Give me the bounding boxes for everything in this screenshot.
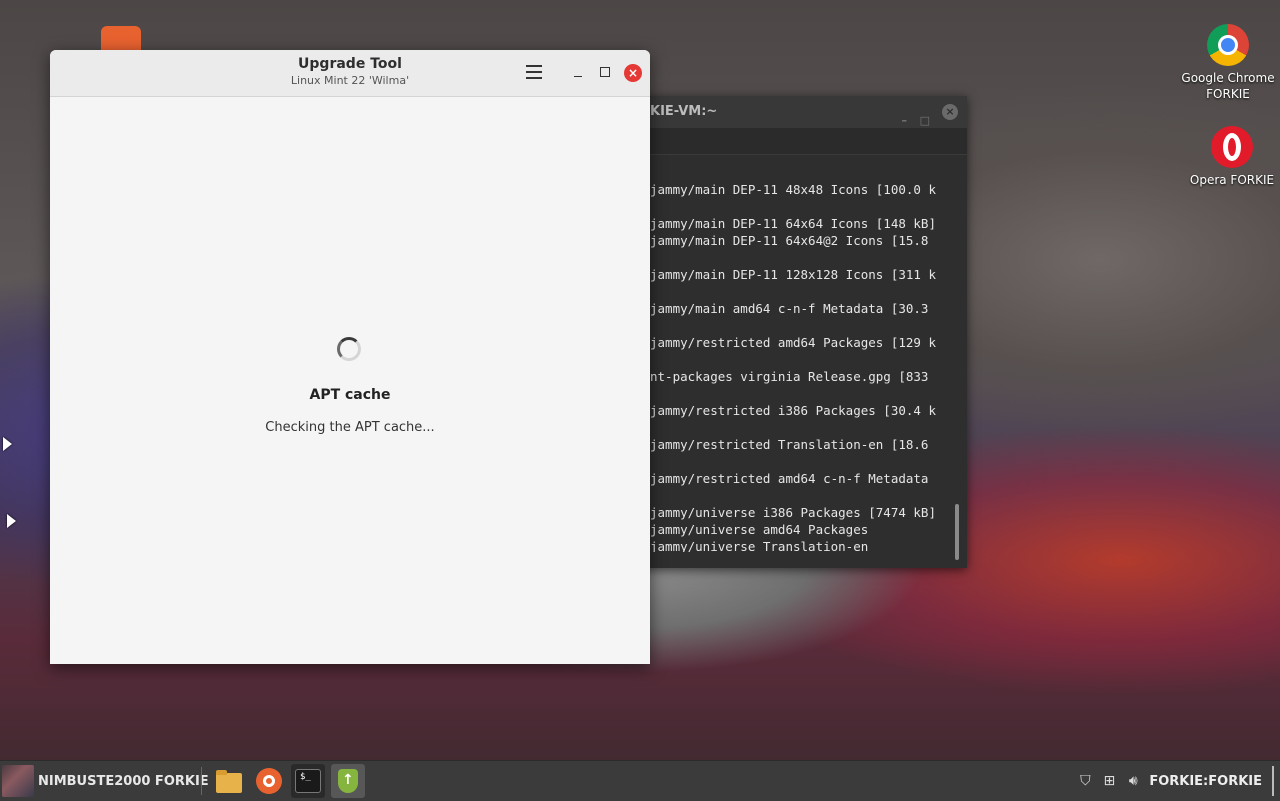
window-subtitle: Linux Mint 22 'Wilma'	[290, 74, 410, 87]
upgrade-tool-headerbar[interactable]: Upgrade Tool Linux Mint 22 'Wilma' ×	[50, 50, 650, 97]
terminal-output[interactable]: jammy/main DEP-11 48x48 Icons [100.0 k j…	[650, 172, 960, 552]
upgrade-tool-icon[interactable]: ↑	[331, 764, 365, 798]
system-tray: ⛉ ⊞ 🔊︎ FORKIE:FORKIE	[1069, 761, 1280, 801]
desktop-icon-chrome[interactable]: Google Chrome FORKIE	[1173, 24, 1280, 102]
menu-label: NIMBUSTE2000 FORKIE	[38, 773, 209, 789]
terminal-window[interactable]: KIE-VM:~ – □ × jammy/main DEP-11 48x48 I…	[630, 96, 967, 568]
shield-icon[interactable]: ⛉	[1077, 773, 1093, 789]
volume-icon[interactable]: 🔊︎	[1125, 773, 1141, 789]
desktop-icon-label: Google Chrome FORKIE	[1181, 71, 1275, 101]
cursor-icon	[3, 437, 12, 451]
terminal-line: jammy/universe i386 Packages [7474 kB]	[650, 505, 936, 520]
desktop-icon-label: Opera FORKIE	[1189, 173, 1275, 187]
status-title: APT cache	[309, 387, 391, 403]
maximize-button[interactable]	[600, 67, 610, 77]
terminal-scrollbar[interactable]	[955, 504, 959, 560]
taskbar: NIMBUSTE2000 FORKIE $_ ↑ ⛉ ⊞ 🔊︎ FORKIE:F…	[0, 760, 1280, 801]
status-text: Checking the APT cache...	[265, 420, 435, 435]
taskbar-separator	[201, 767, 202, 795]
terminal-line: jammy/main DEP-11 64x64 Icons [148 kB]	[650, 216, 936, 231]
opera-icon	[1211, 126, 1253, 168]
network-icon[interactable]: ⊞	[1101, 773, 1117, 789]
terminal-icon[interactable]: $_	[291, 764, 325, 798]
terminal-line: jammy/restricted i386 Packages [30.4 k	[650, 403, 936, 418]
terminal-line: jammy/main amd64 c-n-f Metadata [30.3	[650, 301, 929, 316]
loading-spinner-icon	[337, 337, 361, 361]
hamburger-menu-icon[interactable]	[526, 65, 542, 79]
cursor-icon	[7, 514, 16, 528]
terminal-glyph: $_	[300, 772, 311, 782]
firefox-icon[interactable]	[252, 764, 286, 798]
folder-icon[interactable]	[212, 764, 246, 798]
show-desktop-button[interactable]	[1272, 766, 1274, 796]
terminal-line: jammy/main DEP-11 48x48 Icons [100.0 k	[650, 182, 936, 197]
terminal-line: jammy/main DEP-11 128x128 Icons [311 k	[650, 267, 936, 282]
upgrade-tool-window[interactable]: Upgrade Tool Linux Mint 22 'Wilma' × APT…	[50, 50, 650, 664]
start-menu-button[interactable]: NIMBUSTE2000 FORKIE	[2, 765, 209, 797]
terminal-title: KIE-VM:~	[650, 104, 718, 119]
maximize-icon[interactable]: □	[920, 105, 930, 137]
terminal-line: nt-packages virginia Release.gpg [833	[650, 369, 929, 384]
terminal-line: jammy/restricted amd64 Packages [129 k	[650, 335, 936, 350]
chrome-icon	[1207, 24, 1249, 66]
upgrade-arrow-icon: ↑	[342, 772, 354, 788]
firefox-desktop-icon[interactable]	[101, 26, 141, 52]
desktop-icon-opera[interactable]: Opera FORKIE	[1177, 126, 1280, 188]
terminal-titlebar[interactable]: KIE-VM:~ – □ ×	[630, 96, 967, 128]
terminal-line: jammy/restricted amd64 c-n-f Metadata	[650, 471, 929, 486]
minimize-button[interactable]	[572, 64, 584, 80]
close-icon[interactable]: ×	[942, 104, 958, 120]
menu-icon	[2, 765, 34, 797]
close-button[interactable]: ×	[624, 64, 642, 82]
terminal-line: jammy/restricted Translation-en [18.6	[650, 437, 929, 452]
terminal-line: jammy/universe amd64 Packages	[650, 522, 869, 537]
terminal-line: jammy/main DEP-11 64x64@2 Icons [15.8	[650, 233, 929, 248]
terminal-line: jammy/universe Translation-en	[650, 539, 869, 552]
tray-user-label[interactable]: FORKIE:FORKIE	[1149, 774, 1262, 789]
terminal-menubar	[630, 128, 967, 155]
window-title: Upgrade Tool	[298, 56, 402, 72]
minimize-icon[interactable]: –	[902, 105, 908, 137]
